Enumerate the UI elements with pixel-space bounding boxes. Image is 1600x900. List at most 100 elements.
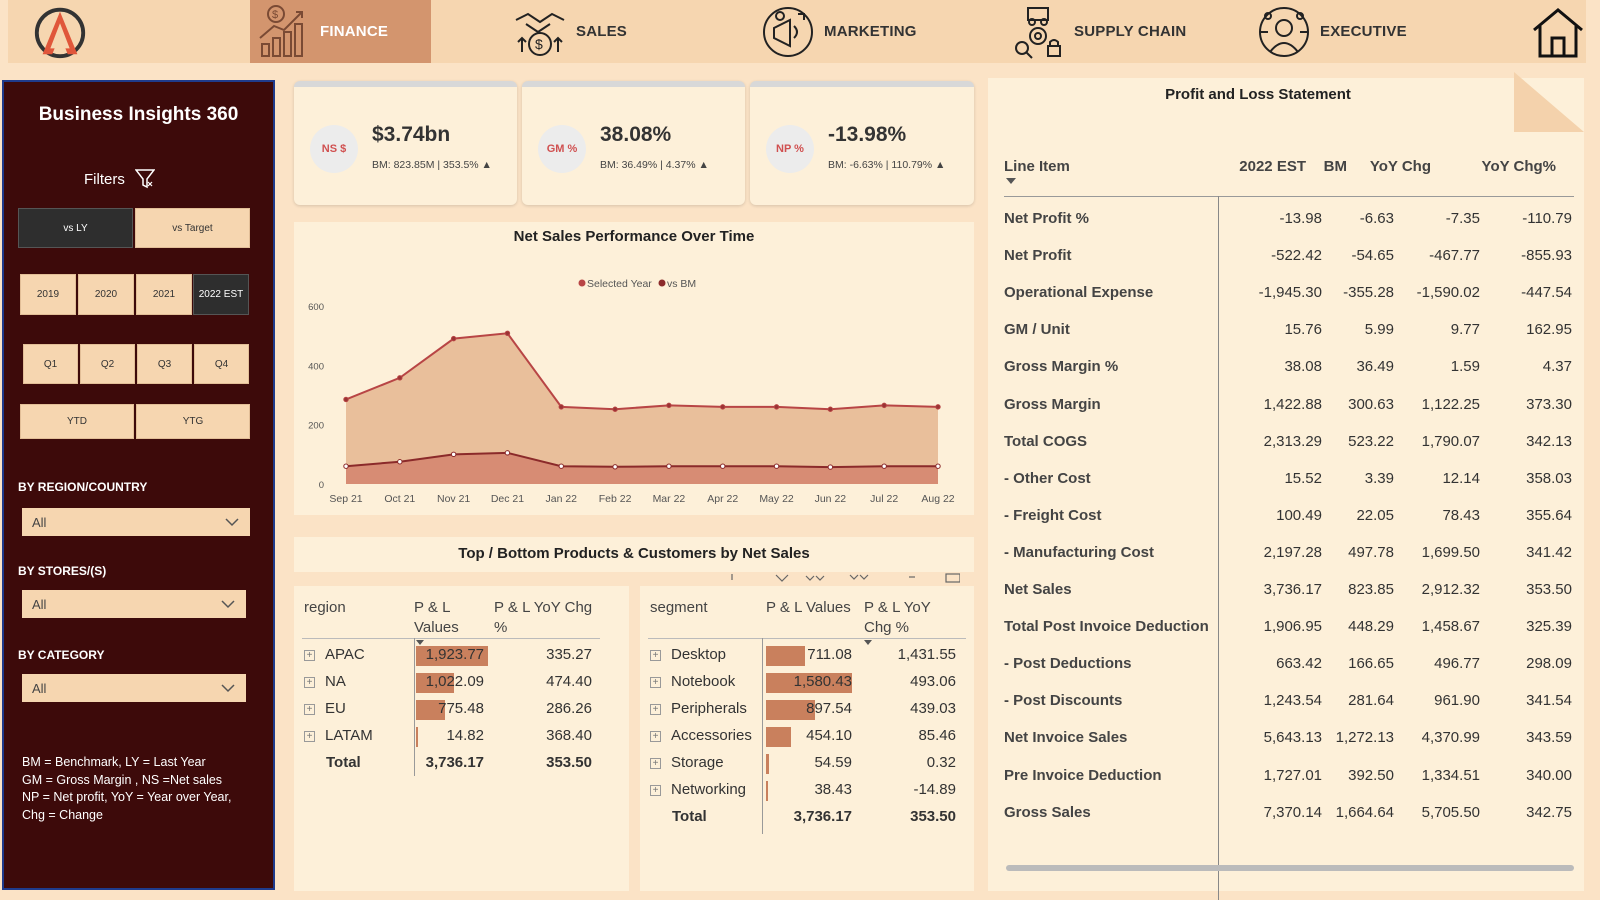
- pl-row[interactable]: Total COGS 2,313.29 523.22 1,790.07 342.13: [1004, 427, 1574, 464]
- data-point[interactable]: [504, 450, 511, 456]
- data-point[interactable]: [666, 402, 672, 409]
- quarter-q4-button[interactable]: Q4: [194, 344, 249, 384]
- pl-header-year[interactable]: 2022 EST: [1230, 158, 1306, 175]
- year-2020-button[interactable]: 2020: [78, 274, 134, 315]
- expand-icon[interactable]: +: [650, 731, 661, 742]
- expand-icon[interactable]: +: [304, 650, 315, 661]
- data-point[interactable]: [397, 459, 403, 465]
- data-point[interactable]: [881, 402, 887, 409]
- quarter-q2-button[interactable]: Q2: [80, 344, 135, 384]
- table-header[interactable]: P & L Values: [766, 598, 852, 618]
- tab-supply-chain[interactable]: SUPPLY CHAIN: [1004, 0, 1224, 63]
- pl-header-yoy-chg[interactable]: YoY Chg: [1366, 158, 1431, 175]
- data-point[interactable]: [504, 330, 511, 336]
- data-point[interactable]: [343, 396, 349, 403]
- data-point[interactable]: [720, 404, 726, 410]
- tab-marketing[interactable]: MARKETING: [754, 0, 954, 63]
- pl-row[interactable]: Total Post Invoice Deduction 1,906.95 448.…: [1004, 612, 1574, 649]
- pl-row[interactable]: - Post Deductions 663.42 166.65 496.77 298.0…: [1004, 649, 1574, 686]
- pl-row[interactable]: GM / Unit 15.76 5.99 9.77 162.95: [1004, 315, 1574, 352]
- table-row[interactable]: + LATAM 14.82 368.40: [294, 723, 629, 750]
- ytg-button[interactable]: YTG: [136, 404, 250, 439]
- expand-icon[interactable]: +: [304, 731, 315, 742]
- x-tick-label: Dec 21: [491, 493, 524, 505]
- pl-row[interactable]: Gross Margin 1,422.88 300.63 1,122.25 373.30: [1004, 390, 1574, 427]
- data-point[interactable]: [558, 404, 564, 410]
- data-point[interactable]: [827, 464, 834, 470]
- vs-target-button[interactable]: vs Target: [135, 208, 250, 248]
- table-header[interactable]: P & L YoY Chg %: [864, 598, 944, 638]
- row-value: 1,022.09: [425, 673, 484, 690]
- data-point[interactable]: [343, 463, 349, 469]
- year-2022-est-button[interactable]: 2022 EST: [193, 274, 249, 315]
- data-point[interactable]: [881, 463, 887, 469]
- data-point[interactable]: [397, 375, 403, 381]
- quarter-q1-button[interactable]: Q1: [23, 344, 78, 384]
- table-header[interactable]: region: [304, 598, 346, 618]
- table-row[interactable]: + EU 775.48 286.26: [294, 696, 629, 723]
- year-2019-button[interactable]: 2019: [20, 274, 76, 315]
- data-point[interactable]: [935, 404, 941, 410]
- pl-header-bm[interactable]: BM: [1310, 158, 1347, 175]
- data-point[interactable]: [612, 406, 618, 412]
- data-point[interactable]: [773, 404, 780, 410]
- data-point[interactable]: [935, 463, 941, 469]
- pl-row[interactable]: Net Sales 3,736.17 823.85 2,912.32 353.50: [1004, 575, 1574, 612]
- tab-executive[interactable]: EXECUTIVE: [1250, 0, 1440, 63]
- tab-finance[interactable]: $ FINANCE: [250, 0, 431, 63]
- year-2021-button[interactable]: 2021: [136, 274, 192, 315]
- quarter-q3-button[interactable]: Q3: [137, 344, 192, 384]
- vs-ly-button[interactable]: vs LY: [18, 208, 133, 248]
- data-point[interactable]: [827, 406, 834, 412]
- expand-icon[interactable]: +: [650, 758, 661, 769]
- data-point[interactable]: [558, 463, 564, 469]
- tab-sales[interactable]: $ SALES: [506, 0, 686, 63]
- pl-row[interactable]: - Freight Cost 100.49 22.05 78.43 355.64: [1004, 501, 1574, 538]
- table-row[interactable]: + Storage 54.59 0.32: [640, 750, 974, 777]
- pl-row-bm: -355.28: [1343, 284, 1394, 302]
- row-name: EU: [325, 700, 346, 717]
- expand-icon[interactable]: +: [304, 677, 315, 688]
- pl-row[interactable]: Gross Sales 7,370.14 1,664.64 5,705.50 342.7…: [1004, 798, 1574, 835]
- table-header[interactable]: P & L YoY Chg %: [494, 598, 604, 638]
- data-point[interactable]: [450, 451, 457, 458]
- home-icon[interactable]: [1530, 4, 1586, 60]
- horizontal-scrollbar[interactable]: [1006, 865, 1574, 871]
- stores-dropdown[interactable]: All: [22, 590, 246, 618]
- table-row[interactable]: + Notebook 1,580.43 493.06: [640, 669, 974, 696]
- expand-icon[interactable]: +: [650, 677, 661, 688]
- data-point[interactable]: [450, 335, 457, 342]
- table-row[interactable]: + Desktop 711.08 1,431.55: [640, 642, 974, 669]
- pl-row[interactable]: Gross Margin % 38.08 36.49 1.59 4.37: [1004, 352, 1574, 389]
- pl-row[interactable]: Operational Expense -1,945.30 -355.28 -1,59…: [1004, 278, 1574, 315]
- table-header[interactable]: segment: [650, 598, 708, 618]
- table-row[interactable]: + NA 1,022.09 474.40: [294, 669, 629, 696]
- data-point[interactable]: [612, 464, 618, 470]
- table-row[interactable]: + Networking 38.43 -14.89: [640, 777, 974, 804]
- expand-icon[interactable]: +: [304, 704, 315, 715]
- data-point[interactable]: [666, 463, 672, 469]
- pl-row[interactable]: - Manufacturing Cost 2,197.28 497.78 1,699.…: [1004, 538, 1574, 575]
- table-row[interactable]: + Accessories 454.10 85.46: [640, 723, 974, 750]
- pl-row[interactable]: Net Profit % -13.98 -6.63 -7.35 -110.79: [1004, 204, 1574, 241]
- table-row[interactable]: + APAC 1,923.77 335.27: [294, 642, 629, 669]
- table-row[interactable]: + Peripherals 897.54 439.03: [640, 696, 974, 723]
- filter-icon[interactable]: [134, 168, 155, 190]
- pl-row[interactable]: Net Profit -522.42 -54.65 -467.77 -855.93: [1004, 241, 1574, 278]
- pl-header-yoy-chg-pct[interactable]: YoY Chg%: [1448, 158, 1556, 175]
- pl-row-label: - Freight Cost: [1004, 506, 1102, 524]
- data-point[interactable]: [773, 463, 780, 469]
- region-dropdown[interactable]: All: [22, 508, 250, 536]
- expand-icon[interactable]: +: [650, 785, 661, 796]
- ytd-button[interactable]: YTD: [20, 404, 134, 439]
- pl-row[interactable]: Net Invoice Sales 5,643.13 1,272.13 4,370.9…: [1004, 723, 1574, 760]
- expand-icon[interactable]: +: [650, 650, 661, 661]
- data-point[interactable]: [720, 463, 726, 469]
- pl-row[interactable]: Pre Invoice Deduction 1,727.01 392.50 1,334…: [1004, 761, 1574, 798]
- pl-header-line-item[interactable]: Line Item: [1004, 158, 1070, 175]
- pl-row[interactable]: - Post Discounts 1,243.54 281.64 961.90 341.…: [1004, 686, 1574, 723]
- expand-icon[interactable]: +: [650, 704, 661, 715]
- table-header[interactable]: P & L Values: [414, 598, 484, 638]
- pl-row[interactable]: - Other Cost 15.52 3.39 12.14 358.03: [1004, 464, 1574, 501]
- category-dropdown[interactable]: All: [22, 674, 246, 702]
